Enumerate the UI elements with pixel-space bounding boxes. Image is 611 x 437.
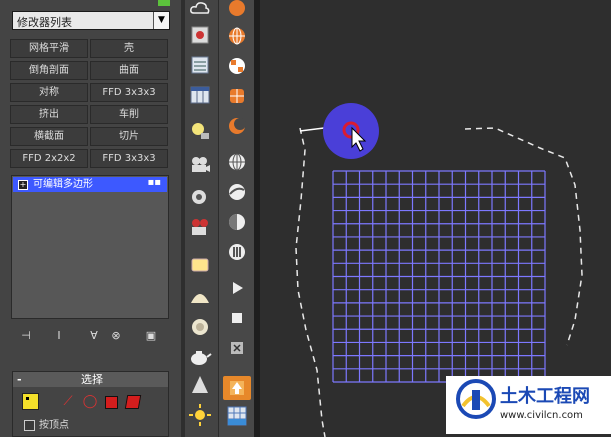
dashed-outline-left <box>295 127 326 437</box>
watermark-url: www.civilcn.com <box>500 410 583 421</box>
plane-mesh <box>332 170 546 383</box>
watermark-logo <box>456 379 496 419</box>
cursor-highlight <box>323 103 379 159</box>
watermark-title: 土木工程网 <box>500 386 590 407</box>
viewport-scene[interactable] <box>0 0 611 437</box>
